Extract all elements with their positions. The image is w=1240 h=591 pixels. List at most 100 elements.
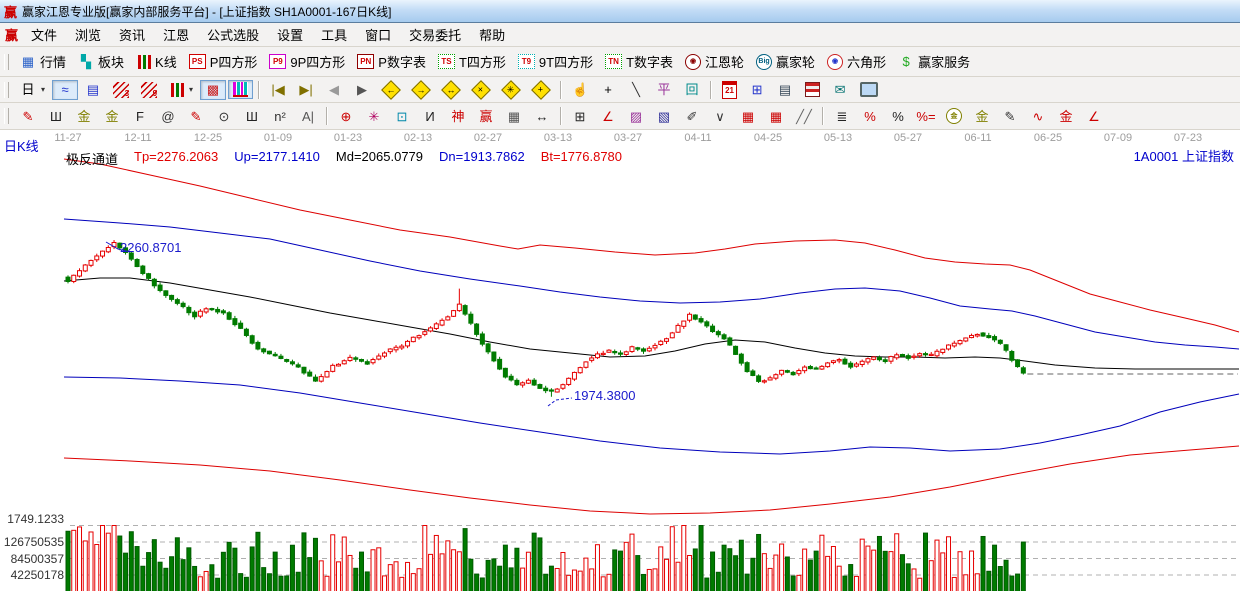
pan-right-button[interactable]: → (407, 79, 435, 101)
star-target-tool[interactable]: ✳ (361, 106, 387, 126)
kline-button[interactable]: K线 (131, 50, 182, 73)
first-page-button[interactable]: |◀ (265, 80, 291, 100)
formula-list-button[interactable]: ▤ (80, 80, 106, 100)
zoom-in-button[interactable]: + (527, 79, 555, 101)
chart-canvas[interactable] (0, 130, 1240, 591)
n-square-tool[interactable]: n² (267, 106, 293, 126)
tick-ruler-tool[interactable]: Ш (239, 106, 265, 126)
menu-formula-stock-pick[interactable]: 公式选股 (198, 23, 268, 46)
nine-step-button[interactable]: 9 (136, 80, 162, 100)
pan-left-button[interactable]: ← (377, 79, 405, 101)
gold-line-tool[interactable]: 金 (969, 106, 995, 126)
zoom-all-button[interactable]: ✳ (497, 79, 525, 101)
sectors-button[interactable]: ▚板块 (73, 50, 129, 73)
toolbar-grip[interactable] (4, 82, 9, 98)
line-draw-button[interactable]: ╲ (623, 80, 649, 100)
zigzag-chart-button[interactable]: ≈ (52, 80, 78, 100)
percent-line-tool[interactable]: % (857, 106, 883, 126)
toolbar-grip[interactable] (4, 108, 9, 124)
period-day-button[interactable]: 日▾ (15, 80, 50, 100)
brush-tool[interactable]: ✎ (15, 106, 41, 126)
square-target-tool[interactable]: ⊡ (389, 106, 415, 126)
volume-pane-button[interactable] (228, 80, 253, 99)
candle-style-button-dropdown-icon[interactable]: ▾ (189, 85, 193, 94)
period-day-button-dropdown-icon[interactable]: ▾ (41, 85, 45, 94)
three-step-button[interactable]: 3 (108, 80, 134, 100)
kline-chart[interactable]: 日K线 11-2712-1112-2501-0901-2302-1302-270… (0, 130, 1240, 591)
ping-tool-button[interactable]: 平 (651, 80, 677, 100)
gold-gann-tool[interactable]: 金 (71, 106, 97, 126)
menu-news[interactable]: 资讯 (110, 23, 154, 46)
gann-map-button[interactable]: ▩ (200, 80, 226, 100)
winner-service-button-label: 赢家服务 (918, 52, 970, 71)
hand-tool-button[interactable]: ☝ (567, 80, 593, 100)
gann-wheel-button[interactable]: ◉江恩轮 (680, 50, 749, 73)
gold-gann2-tool[interactable]: 金 (99, 106, 125, 126)
box-tool[interactable]: ⊞ (567, 106, 593, 126)
maze-tool-button[interactable]: 回 (679, 80, 705, 100)
save-button[interactable] (800, 80, 825, 99)
last-page-button[interactable]: ▶| (293, 80, 319, 100)
menu-trade-order[interactable]: 交易委托 (400, 23, 470, 46)
red-gold-tool[interactable]: 金 (1053, 106, 1079, 126)
spiral-tool[interactable]: @ (155, 106, 181, 126)
mail-button[interactable]: ✉ (827, 80, 853, 100)
candle-style-button[interactable]: ▾ (164, 81, 198, 99)
ying-tool[interactable]: 赢 (473, 106, 499, 126)
percent-eq-tool[interactable]: %= (913, 106, 939, 126)
winner-wheel-button[interactable]: Big赢家轮 (751, 50, 820, 73)
notepad-button[interactable]: ▤ (772, 80, 798, 100)
price-scale-tool[interactable]: ≣ (829, 106, 855, 126)
t-number-table-button[interactable]: TNT数字表 (600, 50, 678, 73)
menu-window[interactable]: 窗口 (356, 23, 400, 46)
fan-lines-tool[interactable]: ∠ (595, 106, 621, 126)
t-square-icon: TS (438, 54, 455, 69)
grid-number-tool[interactable]: ▦ (501, 106, 527, 126)
menu-tools[interactable]: 工具 (312, 23, 356, 46)
zoom-horizontal-button[interactable]: ↔ (437, 79, 465, 101)
menu-gann[interactable]: 江恩 (154, 23, 198, 46)
red-grid-tool[interactable]: ▦ (735, 106, 761, 126)
winner-service-button[interactable]: $赢家服务 (893, 50, 975, 73)
p-square-button[interactable]: PSP四方形 (184, 50, 263, 73)
menu-browse[interactable]: 浏览 (66, 23, 110, 46)
hexagon-button[interactable]: ◉六角形 (822, 50, 891, 73)
crosshair-tool-button[interactable]: + (595, 80, 621, 100)
calculator-button[interactable]: ⊞ (744, 80, 770, 100)
clock-tool[interactable]: ⊙ (211, 106, 237, 126)
menu-file[interactable]: 文件 (22, 23, 66, 46)
red-wave-tool[interactable]: ∿ (1025, 106, 1051, 126)
j-angle-tool[interactable]: ∠ (1081, 106, 1107, 126)
zoom-out-button[interactable]: × (467, 79, 495, 101)
nine-t-square-button[interactable]: T99T四方形 (513, 50, 598, 73)
parallel-lines-tool[interactable]: ╱╱ (791, 106, 817, 126)
t-square-button[interactable]: TST四方形 (433, 50, 511, 73)
ruler-tool[interactable]: Ш (43, 106, 69, 126)
percent-tool[interactable]: % (885, 106, 911, 126)
nine-p-square-button[interactable]: P99P四方形 (264, 50, 350, 73)
gold-circle-tool[interactable]: 金 (941, 106, 967, 126)
trend-pencil-tool[interactable]: ✐ (679, 106, 705, 126)
v-lines-tool[interactable]: ∨ (707, 106, 733, 126)
span-arrow-tool[interactable]: ↔ (529, 106, 555, 126)
menu-settings[interactable]: 设置 (268, 23, 312, 46)
next-page-button[interactable]: ▶ (349, 80, 375, 100)
ping-tool-icon: 平 (656, 82, 672, 98)
circle-target-tool[interactable]: ⊕ (333, 106, 359, 126)
red-brush-tool[interactable]: ✎ (183, 106, 209, 126)
calendar-button[interactable]: 21 (717, 79, 742, 101)
k-wave-tool[interactable]: И (417, 106, 443, 126)
square-fan-tool[interactable]: ▨ (623, 106, 649, 126)
text-label-tool[interactable]: A| (295, 106, 321, 126)
workstation-button[interactable] (855, 80, 883, 99)
red-grid2-tool[interactable]: ▦ (763, 106, 789, 126)
shen-tool[interactable]: 神 (445, 106, 471, 126)
quotes-button[interactable]: ▦行情 (15, 50, 71, 73)
square-fan2-tool[interactable]: ▧ (651, 106, 677, 126)
flag-pencil-tool[interactable]: ✎ (997, 106, 1023, 126)
f-ruler-tool[interactable]: F (127, 106, 153, 126)
prev-page-button[interactable]: ◀ (321, 80, 347, 100)
p-number-table-button[interactable]: PNP数字表 (352, 50, 431, 73)
toolbar-grip[interactable] (4, 54, 9, 70)
menu-help[interactable]: 帮助 (470, 23, 514, 46)
